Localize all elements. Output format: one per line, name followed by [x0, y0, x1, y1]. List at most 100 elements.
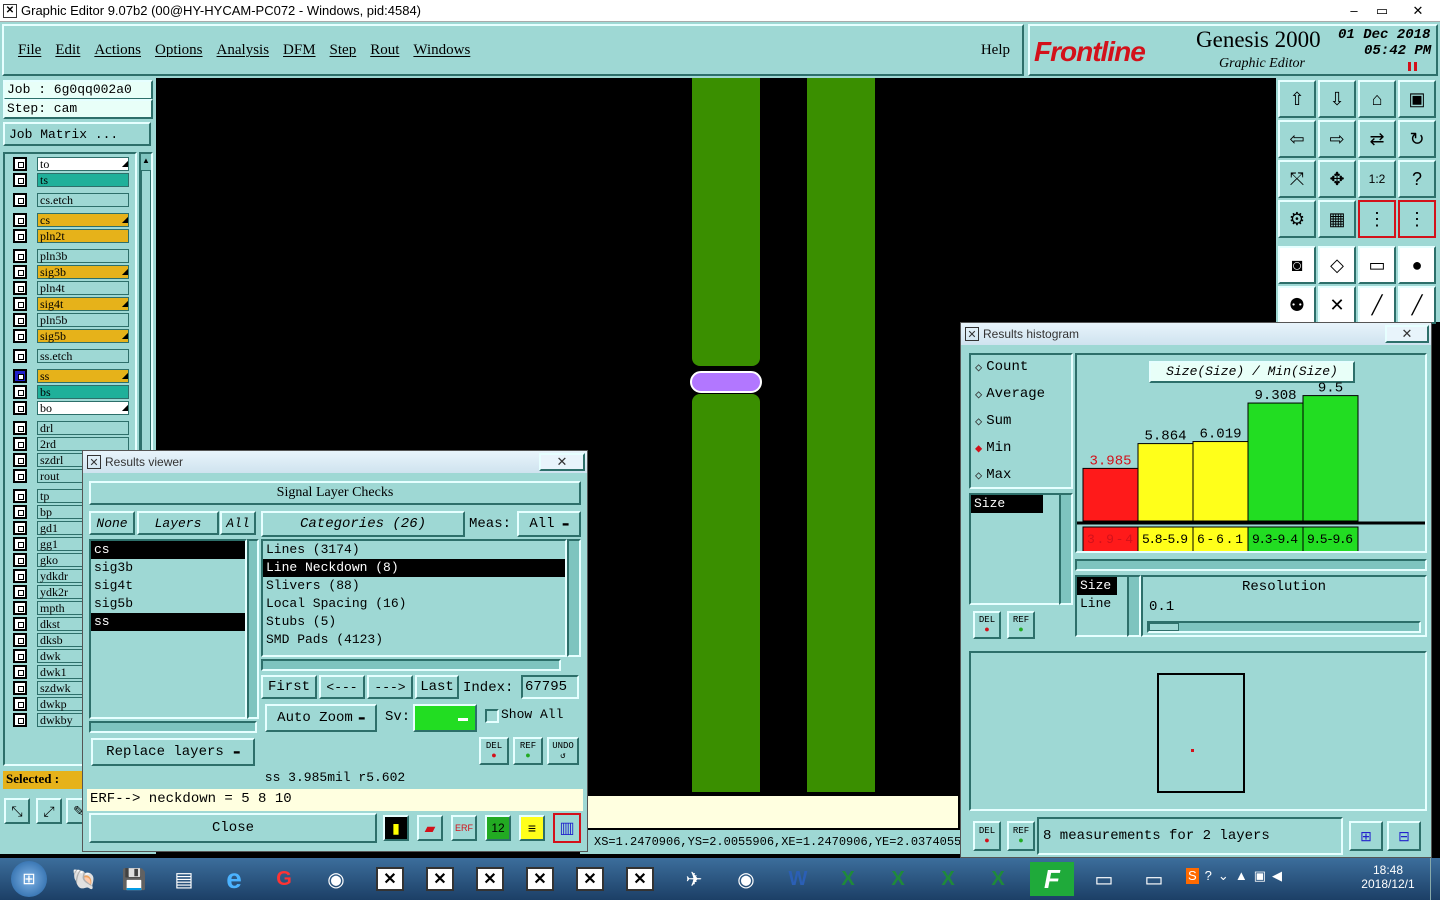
network-icon[interactable]: ▣: [1254, 868, 1266, 884]
layer-checkbox[interactable]: [13, 553, 27, 567]
layer-item[interactable]: sig4t: [91, 577, 245, 595]
option-sum[interactable]: ◇ Sum: [975, 413, 1011, 429]
category-item[interactable]: Slivers (88): [263, 577, 565, 595]
show-all-checkbox[interactable]: [485, 709, 499, 723]
radio-icon[interactable]: ◆: [975, 441, 982, 456]
flag-icon[interactable]: ▰: [417, 815, 443, 841]
excel-icon[interactable]: X: [926, 862, 970, 896]
layer-checkbox[interactable]: [13, 329, 27, 343]
layer-checkbox[interactable]: [13, 437, 27, 451]
redo-icon[interactable]: ↻: [1398, 120, 1436, 158]
layer-checkbox[interactable]: [13, 697, 27, 711]
excel-icon[interactable]: X: [876, 862, 920, 896]
shell-icon[interactable]: 🐚: [62, 862, 106, 896]
option-min[interactable]: ◆ Min: [975, 440, 1011, 456]
resize-icon[interactable]: ⤡: [4, 798, 30, 824]
swap-icon[interactable]: ⇄: [1358, 120, 1396, 158]
categories-header[interactable]: Categories (26): [261, 511, 465, 537]
menu-edit[interactable]: Edit: [55, 42, 80, 59]
zoom-out-icon[interactable]: ⊟: [1387, 821, 1421, 851]
line-icon[interactable]: ╱: [1358, 286, 1396, 324]
ref-button[interactable]: REF ●: [513, 737, 543, 765]
layer-row[interactable]: cs.etch: [13, 192, 129, 208]
layers-button[interactable]: Layers: [137, 511, 219, 535]
scale-icon[interactable]: 1:2: [1358, 160, 1396, 198]
layer-name[interactable]: 2rd: [37, 437, 129, 451]
index-input[interactable]: 67795: [521, 675, 579, 699]
field-item[interactable]: Size: [971, 495, 1043, 513]
slider-thumb[interactable]: [1149, 623, 1179, 631]
layer-checkbox[interactable]: [13, 249, 27, 263]
layer-row[interactable]: pln3b: [13, 248, 129, 264]
axis-scrollbar[interactable]: [1127, 575, 1141, 637]
layers-scrollbar[interactable]: [247, 539, 259, 719]
layer-checkbox[interactable]: [13, 173, 27, 187]
layer-item[interactable]: sig5b: [91, 595, 245, 613]
report-icon[interactable]: ▮: [383, 815, 409, 841]
layer-name[interactable]: pln5b: [37, 313, 129, 327]
layer-name[interactable]: ss.etch: [37, 349, 129, 363]
del-button[interactable]: DEL ●: [973, 821, 1001, 851]
layer-name[interactable]: sig4t ◢: [37, 297, 129, 311]
layer-name[interactable]: pln2t: [37, 229, 129, 243]
frontline-task-icon[interactable]: F: [1030, 862, 1074, 896]
tray-icon[interactable]: ⌄: [1218, 868, 1229, 884]
histogram-bar[interactable]: [1082, 467, 1139, 522]
ie-icon[interactable]: e: [212, 862, 256, 896]
layer-name[interactable]: pln3b: [37, 249, 129, 263]
layer-name[interactable]: drl: [37, 421, 129, 435]
layer-checkbox[interactable]: [13, 569, 27, 583]
menu-file[interactable]: File: [18, 42, 41, 59]
layer-row[interactable]: sig4t ◢: [13, 296, 129, 312]
meas-select[interactable]: All ▬: [517, 511, 581, 537]
layer-checkbox[interactable]: [13, 665, 27, 679]
layer-checkbox[interactable]: [13, 385, 27, 399]
category-item[interactable]: Local Spacing (16): [263, 595, 565, 613]
eye-icon[interactable]: ◉: [314, 862, 358, 896]
layer-row[interactable]: ts: [13, 172, 129, 188]
save-icon[interactable]: 💾: [112, 862, 156, 896]
layer-item[interactable]: sig3b: [91, 559, 245, 577]
export-icon[interactable]: ⇧: [1278, 80, 1316, 118]
category-item[interactable]: Lines (3174): [263, 541, 565, 559]
layer-row[interactable]: to ◢: [13, 156, 129, 172]
sv-color-select[interactable]: ▬: [413, 704, 477, 732]
layer-name[interactable]: sig3b ◢: [37, 265, 129, 279]
genesis-task-icon[interactable]: ✕: [468, 862, 512, 896]
ref-button[interactable]: REF ●: [1007, 611, 1035, 639]
neckdown-highlight[interactable]: [690, 371, 762, 393]
del-button[interactable]: DEL ●: [479, 737, 509, 765]
none-button[interactable]: None: [89, 511, 135, 535]
all-button[interactable]: All: [220, 511, 256, 535]
zoom-in-icon[interactable]: ⊞: [1349, 821, 1383, 851]
option-count[interactable]: ◇ Count: [975, 359, 1028, 375]
genesis-task-icon[interactable]: ✕: [418, 862, 462, 896]
feather-icon[interactable]: ✈: [672, 862, 716, 896]
close-icon[interactable]: ✕: [539, 453, 585, 471]
resolution-slider[interactable]: [1147, 621, 1421, 633]
chart-hscroll[interactable]: [1075, 559, 1427, 571]
category-item[interactable]: Stubs (5): [263, 613, 565, 631]
menu-step[interactable]: Step: [330, 42, 357, 59]
layer-row[interactable]: sig5b ◢: [13, 328, 129, 344]
show-desktop-button[interactable]: [1430, 858, 1440, 900]
close-button[interactable]: ✕: [1396, 2, 1440, 20]
ref-button[interactable]: REF ●: [1007, 821, 1035, 851]
layer-checkbox[interactable]: [13, 421, 27, 435]
pan-left-icon[interactable]: ⇦: [1278, 120, 1316, 158]
home-icon[interactable]: ⌂: [1358, 80, 1396, 118]
fit-icon[interactable]: ⤧: [1278, 160, 1316, 198]
excel-icon[interactable]: X: [826, 862, 870, 896]
snap-alt-icon[interactable]: ⋮: [1398, 200, 1436, 238]
layer-checkbox[interactable]: [13, 617, 27, 631]
minimize-button[interactable]: ‒: [1340, 2, 1368, 20]
layer-checkbox[interactable]: [13, 297, 27, 311]
layer-checkbox[interactable]: [13, 453, 27, 467]
undo-button[interactable]: UNDO ↺: [547, 737, 579, 765]
pan-right-icon[interactable]: ⇨: [1318, 120, 1356, 158]
layer-row[interactable]: pln4t: [13, 280, 129, 296]
layer-name[interactable]: sig5b ◢: [37, 329, 129, 343]
layer-checkbox[interactable]: [13, 369, 27, 383]
layer-checkbox[interactable]: [13, 713, 27, 727]
layer-checkbox[interactable]: [13, 349, 27, 363]
